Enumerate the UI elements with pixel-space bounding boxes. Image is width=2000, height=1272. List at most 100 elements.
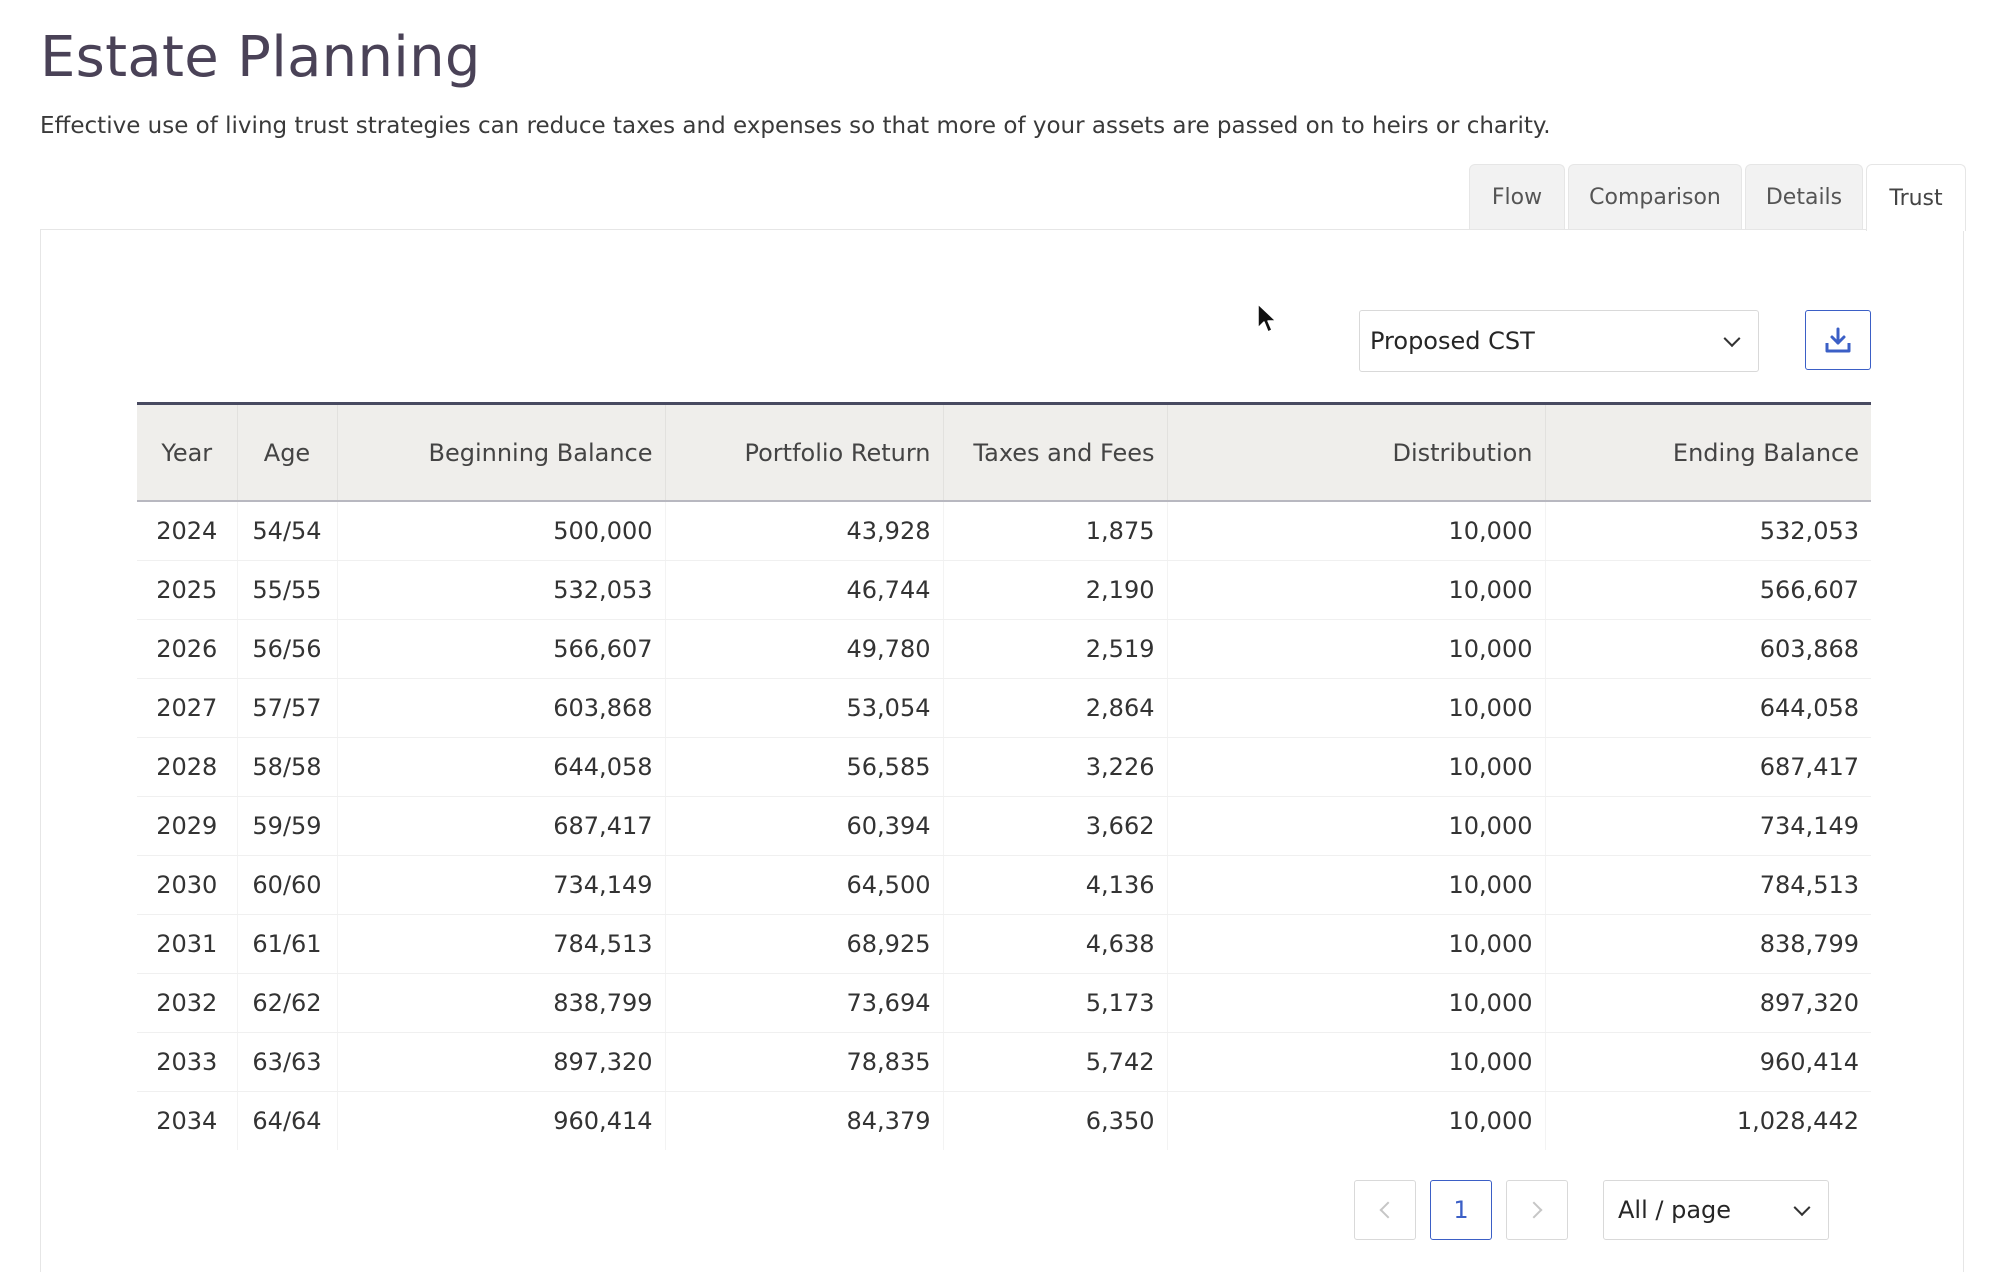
cell-taxes-and-fees: 1,875 [943, 501, 1168, 561]
cell-year: 2030 [137, 855, 238, 915]
estate-planning-page: Estate Planning Effective use of living … [0, 0, 2000, 1272]
cell-age: 56/56 [237, 619, 338, 679]
cell-taxes-and-fees: 2,519 [943, 619, 1168, 679]
cell-beginning-balance: 960,414 [337, 1091, 666, 1150]
column-header-ending-balance[interactable]: Ending Balance [1545, 402, 1871, 502]
page-size-select[interactable]: All / page [1603, 1180, 1829, 1240]
view-tabs: Flow Comparison Details Trust [1469, 164, 1966, 231]
cell-ending-balance: 960,414 [1545, 1032, 1871, 1092]
cell-portfolio-return: 43,928 [665, 501, 944, 561]
cell-year: 2029 [137, 796, 238, 856]
table-row: 2030 60/60 734,149 64,500 4,136 10,000 7… [137, 855, 1871, 915]
cell-distribution: 10,000 [1167, 1091, 1546, 1150]
cell-portfolio-return: 53,054 [665, 678, 944, 738]
page-size-value: All / page [1618, 1196, 1732, 1224]
cell-taxes-and-fees: 6,350 [943, 1091, 1168, 1150]
page-number-button[interactable]: 1 [1430, 1180, 1492, 1240]
cell-ending-balance: 784,513 [1545, 855, 1871, 915]
cell-beginning-balance: 603,868 [337, 678, 666, 738]
cell-ending-balance: 566,607 [1545, 560, 1871, 620]
cell-portfolio-return: 56,585 [665, 737, 944, 797]
cell-age: 63/63 [237, 1032, 338, 1092]
cell-age: 59/59 [237, 796, 338, 856]
cell-age: 57/57 [237, 678, 338, 738]
cell-taxes-and-fees: 2,864 [943, 678, 1168, 738]
prev-page-button[interactable] [1354, 1180, 1416, 1240]
cell-taxes-and-fees: 4,638 [943, 914, 1168, 974]
cell-distribution: 10,000 [1167, 619, 1546, 679]
cell-year: 2028 [137, 737, 238, 797]
cell-age: 55/55 [237, 560, 338, 620]
cell-distribution: 10,000 [1167, 973, 1546, 1033]
cell-beginning-balance: 897,320 [337, 1032, 666, 1092]
cell-beginning-balance: 734,149 [337, 855, 666, 915]
cell-taxes-and-fees: 5,742 [943, 1032, 1168, 1092]
cell-portfolio-return: 73,694 [665, 973, 944, 1033]
cell-beginning-balance: 784,513 [337, 914, 666, 974]
table-row: 2027 57/57 603,868 53,054 2,864 10,000 6… [137, 678, 1871, 738]
cell-portfolio-return: 49,780 [665, 619, 944, 679]
chevron-left-icon [1379, 1201, 1397, 1219]
tab-trust[interactable]: Trust [1866, 164, 1966, 231]
cell-year: 2024 [137, 501, 238, 561]
trust-table-container: Year Age Beginning Balance Portfolio Ret… [137, 402, 1871, 1150]
cell-ending-balance: 603,868 [1545, 619, 1871, 679]
column-header-year[interactable]: Year [137, 402, 238, 502]
download-button[interactable] [1805, 310, 1871, 370]
cell-beginning-balance: 838,799 [337, 973, 666, 1033]
next-page-button[interactable] [1506, 1180, 1568, 1240]
table-row: 2026 56/56 566,607 49,780 2,519 10,000 6… [137, 619, 1871, 679]
cell-taxes-and-fees: 3,662 [943, 796, 1168, 856]
cell-distribution: 10,000 [1167, 1032, 1546, 1092]
cell-portfolio-return: 46,744 [665, 560, 944, 620]
cell-distribution: 10,000 [1167, 914, 1546, 974]
cell-ending-balance: 532,053 [1545, 501, 1871, 561]
cell-ending-balance: 838,799 [1545, 914, 1871, 974]
cell-year: 2034 [137, 1091, 238, 1150]
column-header-taxes-and-fees[interactable]: Taxes and Fees [943, 402, 1168, 502]
cell-year: 2033 [137, 1032, 238, 1092]
tab-flow[interactable]: Flow [1469, 164, 1565, 230]
cell-distribution: 10,000 [1167, 855, 1546, 915]
cell-distribution: 10,000 [1167, 678, 1546, 738]
table-row: 2033 63/63 897,320 78,835 5,742 10,000 9… [137, 1032, 1871, 1092]
cell-distribution: 10,000 [1167, 737, 1546, 797]
column-header-distribution[interactable]: Distribution [1167, 402, 1546, 502]
cell-beginning-balance: 500,000 [337, 501, 666, 561]
cell-beginning-balance: 532,053 [337, 560, 666, 620]
cell-age: 64/64 [237, 1091, 338, 1150]
cell-year: 2025 [137, 560, 238, 620]
cell-ending-balance: 734,149 [1545, 796, 1871, 856]
scenario-select[interactable]: Proposed CST [1359, 310, 1759, 372]
cell-distribution: 10,000 [1167, 796, 1546, 856]
column-header-age[interactable]: Age [237, 402, 338, 502]
column-header-portfolio-return[interactable]: Portfolio Return [665, 402, 944, 502]
cell-year: 2032 [137, 973, 238, 1033]
cell-age: 62/62 [237, 973, 338, 1033]
pagination: 1 All / page [41, 1180, 1963, 1242]
cell-age: 60/60 [237, 855, 338, 915]
cell-portfolio-return: 68,925 [665, 914, 944, 974]
chevron-down-icon [1793, 1199, 1811, 1217]
column-header-beginning-balance[interactable]: Beginning Balance [337, 402, 666, 502]
cell-year: 2031 [137, 914, 238, 974]
download-icon [1825, 327, 1851, 353]
tab-comparison[interactable]: Comparison [1568, 164, 1742, 230]
cell-year: 2026 [137, 619, 238, 679]
table-row: 2024 54/54 500,000 43,928 1,875 10,000 5… [137, 501, 1871, 561]
cell-taxes-and-fees: 4,136 [943, 855, 1168, 915]
tab-details[interactable]: Details [1745, 164, 1863, 230]
cell-beginning-balance: 644,058 [337, 737, 666, 797]
table-row: 2029 59/59 687,417 60,394 3,662 10,000 7… [137, 796, 1871, 856]
cell-portfolio-return: 60,394 [665, 796, 944, 856]
cell-portfolio-return: 84,379 [665, 1091, 944, 1150]
table-row: 2034 64/64 960,414 84,379 6,350 10,000 1… [137, 1091, 1871, 1150]
table-row: 2031 61/61 784,513 68,925 4,638 10,000 8… [137, 914, 1871, 974]
trust-table: Year Age Beginning Balance Portfolio Ret… [137, 402, 1871, 1150]
page-title: Estate Planning [40, 25, 481, 90]
trust-panel: Proposed CST Year Age Beginning Balance … [40, 229, 1964, 1272]
table-row: 2028 58/58 644,058 56,585 3,226 10,000 6… [137, 737, 1871, 797]
cell-portfolio-return: 78,835 [665, 1032, 944, 1092]
cell-year: 2027 [137, 678, 238, 738]
cell-ending-balance: 897,320 [1545, 973, 1871, 1033]
